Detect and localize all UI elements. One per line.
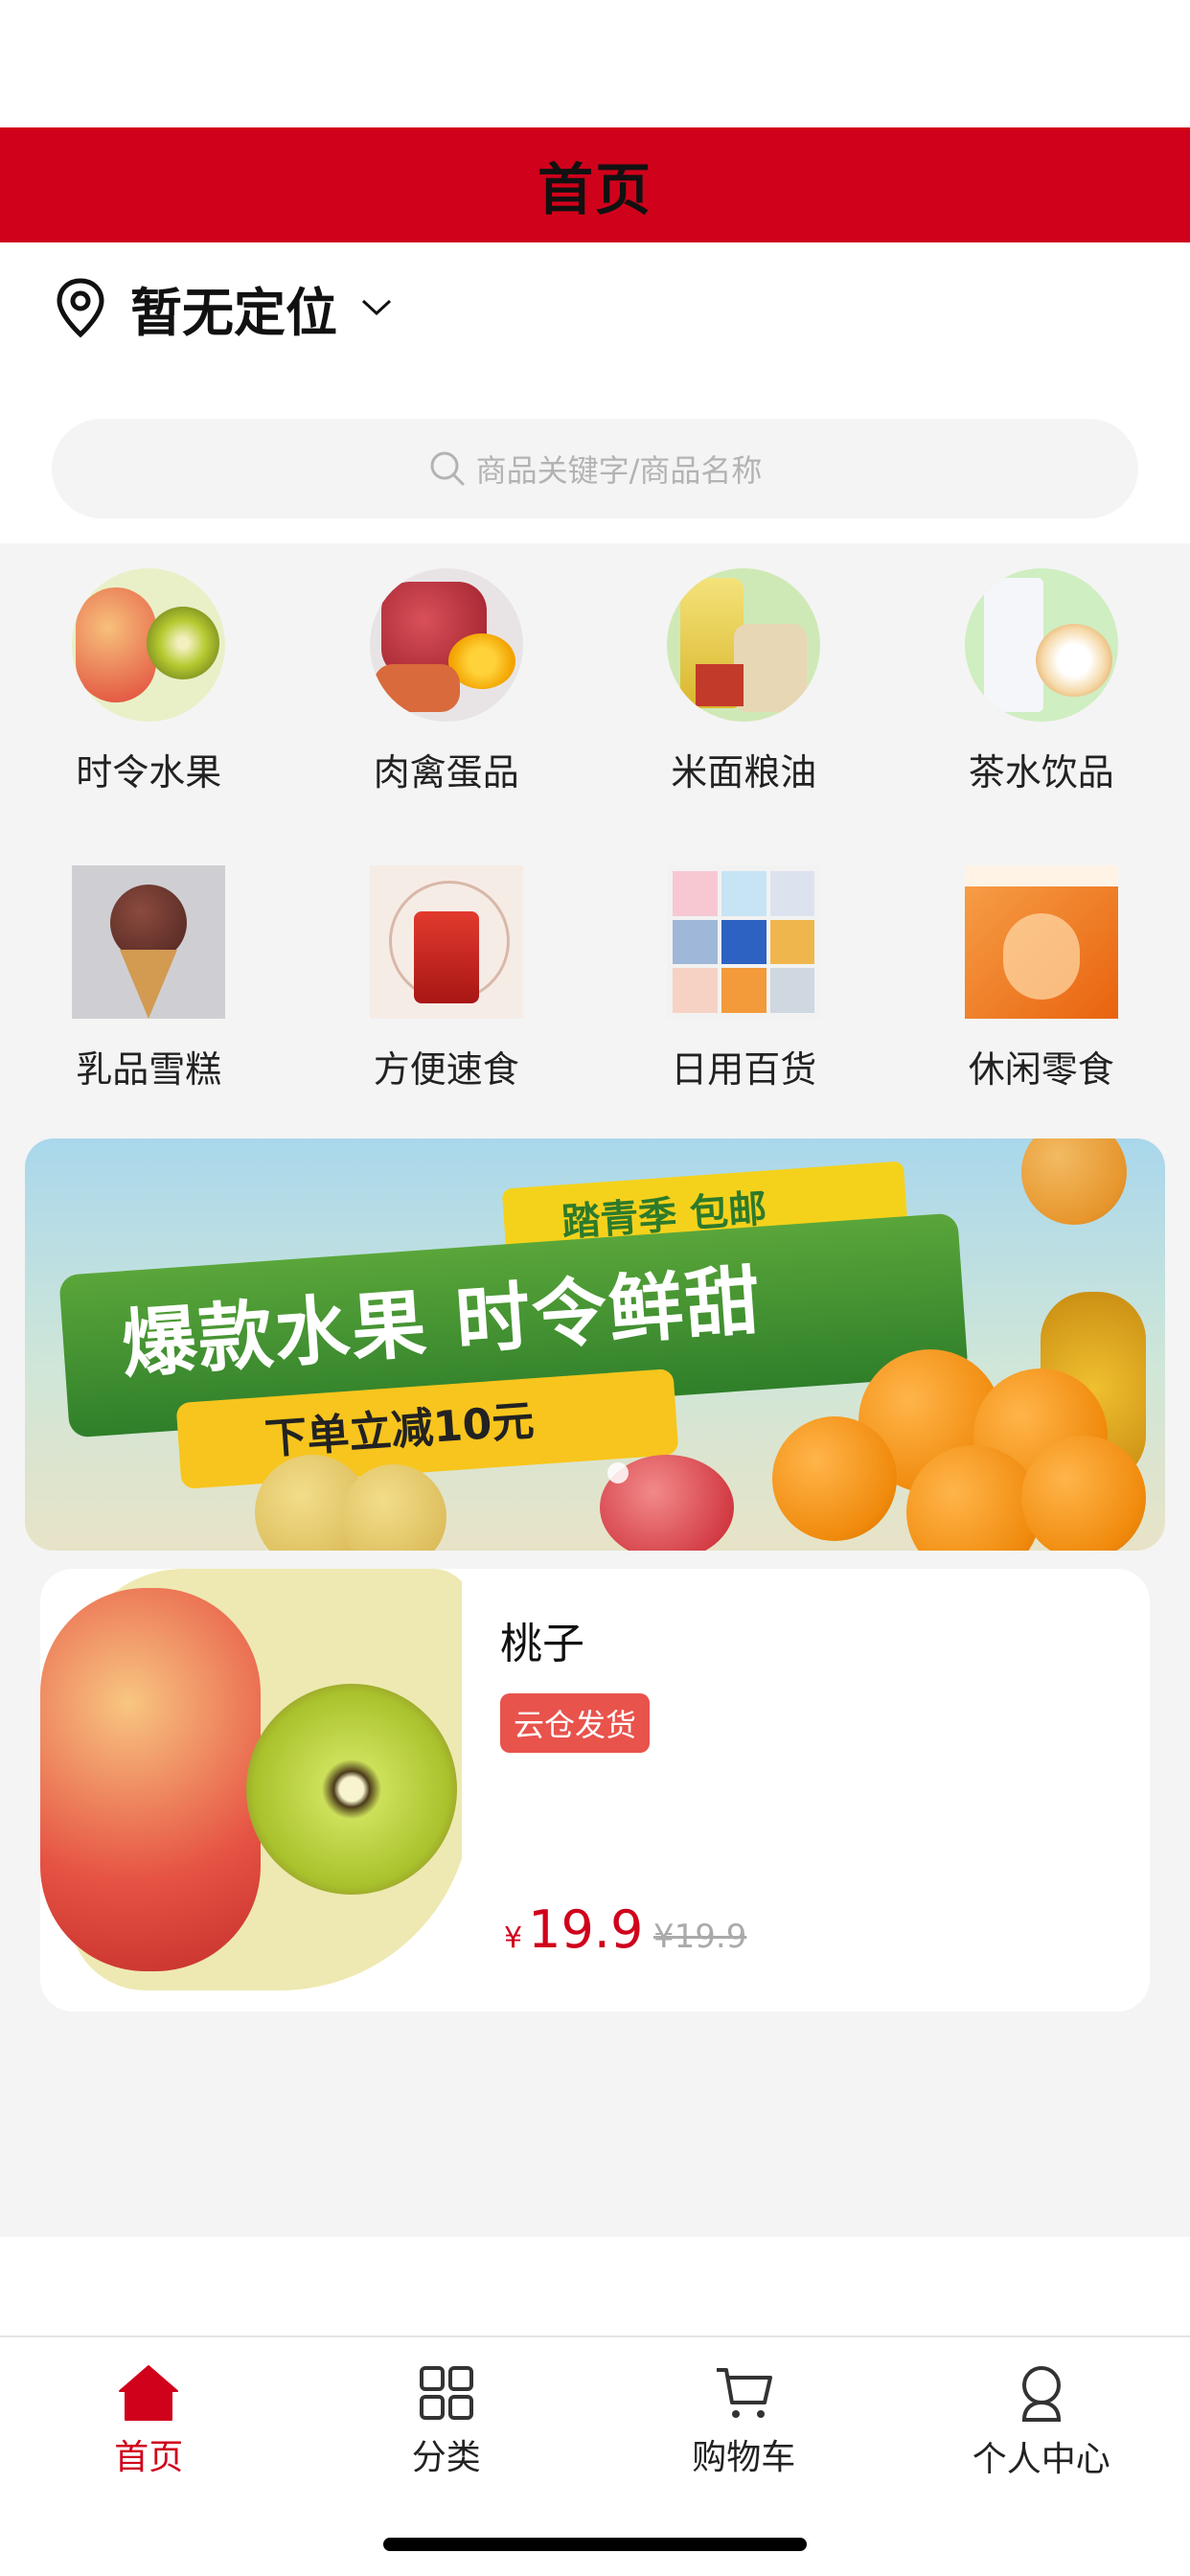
category-label: 方便速食 [373,1048,519,1091]
instant-food-icon [369,865,523,1019]
tab-category[interactable]: 分类 [298,2337,596,2491]
category-label: 肉禽蛋品 [373,751,519,794]
top-header: 首页 [0,127,1190,242]
category-label: 休闲零食 [968,1048,1114,1091]
banner-pagination-dot[interactable] [607,1462,629,1484]
search-placeholder: 商品关键字/商品名称 [475,452,763,489]
tab-home[interactable]: 首页 [0,2337,298,2491]
original-price: ¥19.9 [653,1918,747,1956]
search-icon [430,451,465,486]
location-pin-icon [57,278,104,338]
product-badge: 云仓发货 [500,1693,651,1753]
tab-label: 分类 [411,2438,481,2477]
category-fruit[interactable]: 时令水果 [0,561,298,858]
product-card[interactable]: 桃子 云仓发货 ¥ 19.9 ¥19.9 [40,1569,1150,2012]
chevron-down-icon [361,299,392,316]
category-label: 时令水果 [76,751,222,794]
category-label: 乳品雪糕 [76,1048,222,1091]
bottom-tab-bar: 首页 分类 购物车 个人中心 [0,2335,1190,2491]
product-name: 桃子 [500,1620,584,1668]
home-indicator [383,2538,807,2551]
home-icon [119,2365,179,2421]
category-drinks[interactable]: 茶水饮品 [893,561,1190,858]
tab-cart[interactable]: 购物车 [595,2337,893,2491]
category-label: 米面粮油 [671,751,817,794]
search-input[interactable]: 商品关键字/商品名称 [52,419,1138,518]
meat-egg-icon [369,568,523,722]
category-snacks[interactable]: 休闲零食 [893,858,1190,1155]
product-image [40,1569,462,1990]
drinks-icon [964,568,1118,722]
orange-image [1021,1138,1127,1225]
category-ice-cream[interactable]: 乳品雪糕 [0,858,298,1155]
product-price: ¥ 19.9 [504,1899,643,1960]
tab-label: 个人中心 [972,2440,1110,2479]
location-selector[interactable]: 暂无定位 [54,271,393,344]
snacks-icon [964,865,1118,1019]
tab-profile[interactable]: 个人中心 [893,2337,1190,2491]
tab-label: 购物车 [692,2438,796,2477]
category-grain-oil[interactable]: 米面粮油 [595,561,893,858]
ice-cream-icon [72,865,226,1019]
category-label: 茶水饮品 [968,751,1114,794]
category-meat-egg[interactable]: 肉禽蛋品 [298,561,596,858]
daily-goods-icon [667,865,821,1019]
user-icon [1021,2366,1061,2422]
price-currency: ¥ [504,1921,523,1955]
price-value: 19.9 [528,1899,644,1960]
location-label: 暂无定位 [130,282,337,343]
status-bar [0,0,1190,127]
fruit-icon [72,568,226,722]
grain-oil-icon [667,568,821,722]
orange-image [772,1416,897,1541]
category-grid: 时令水果 肉禽蛋品 米面粮油 茶水饮品 乳品雪糕 方便速食 日用百货 休闲零食 [0,561,1190,1155]
promo-banner[interactable]: 踏青季 包邮 爆款水果 时令鲜甜 下单立减10元 [25,1138,1165,1551]
tab-label: 首页 [114,2438,184,2477]
cart-icon [717,2368,773,2418]
category-daily-goods[interactable]: 日用百货 [595,858,893,1155]
category-instant-food[interactable]: 方便速食 [298,858,596,1155]
orange-image [1021,1436,1146,1551]
page-title: 首页 [537,157,652,222]
category-label: 日用百货 [671,1048,817,1091]
grid-icon [419,2366,473,2420]
